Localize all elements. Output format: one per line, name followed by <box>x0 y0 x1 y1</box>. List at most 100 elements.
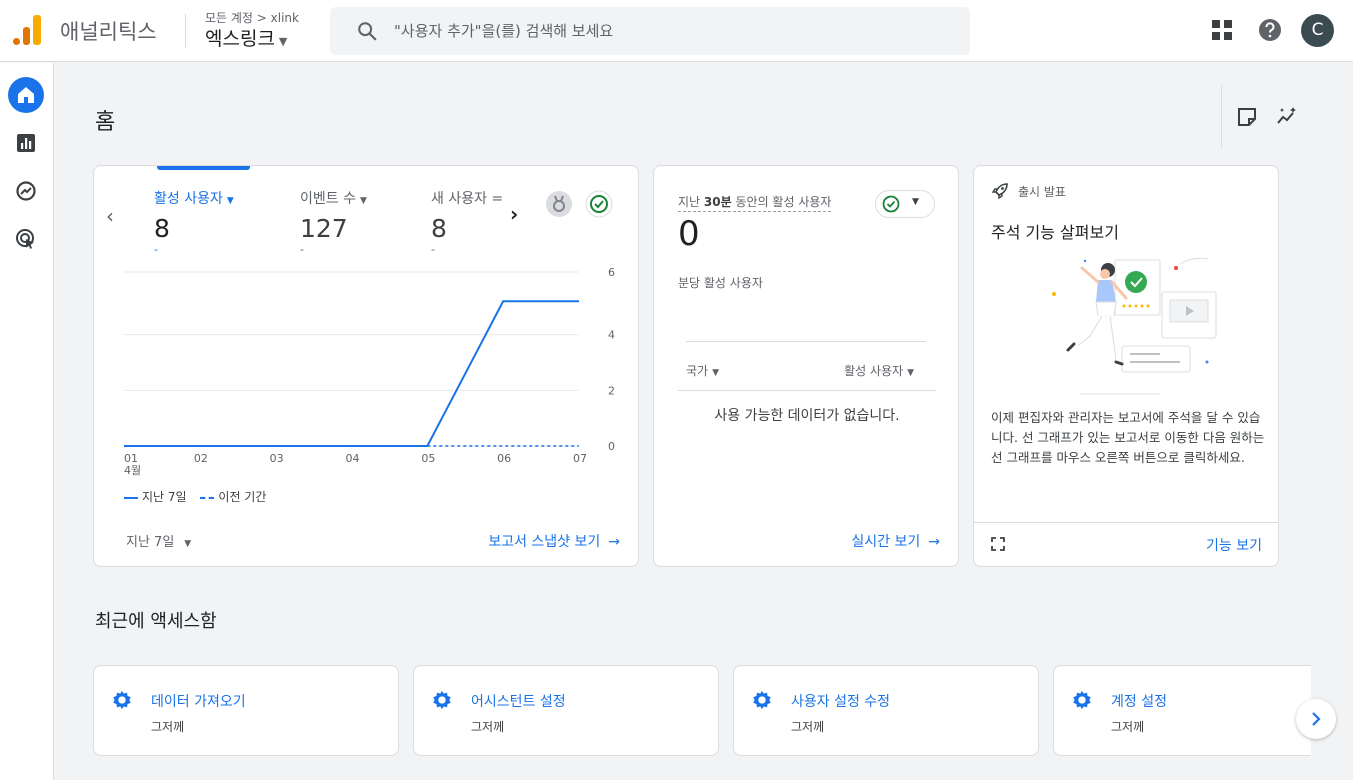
scroll-next-button[interactable] <box>1296 699 1336 739</box>
page-title: 홈 <box>95 110 116 135</box>
chart-legend: 지난 7일 이전 기간 <box>124 488 266 505</box>
x-tick-label: 05 <box>421 452 435 465</box>
release-description: 이제 편집자와 관리자는 보고서에 주석을 달 수 있습니다. 선 그래프가 있… <box>991 410 1265 465</box>
home-icon <box>18 87 34 103</box>
nav-explore[interactable] <box>8 173 44 209</box>
search-input[interactable] <box>394 17 954 45</box>
nav-reports[interactable] <box>8 125 44 161</box>
x-sub-label: 4월 <box>124 464 141 477</box>
x-tick-label: 03 <box>270 452 284 465</box>
recent-item[interactable]: 계정 설정 그저께 <box>1053 665 1311 756</box>
note-icon[interactable] <box>1236 106 1258 128</box>
legend-swatch-previous <box>200 496 215 499</box>
recent-item-title: 데이터 가져오기 <box>151 694 246 710</box>
recent-item-subtitle: 그저께 <box>151 720 185 734</box>
x-tick-label: 02 <box>194 452 208 465</box>
gear-icon <box>753 690 771 710</box>
caret-down-icon: ▼ <box>278 35 288 48</box>
per-minute-chart-baseline <box>686 341 926 342</box>
x-tick-label: 06 <box>497 452 511 465</box>
legend-previous: 이전 기간 <box>218 490 267 504</box>
recent-item-subtitle: 그저께 <box>1111 720 1145 734</box>
nav-home[interactable] <box>8 77 44 113</box>
period-value: 지난 7일 <box>126 535 175 550</box>
view-realtime-link[interactable]: 실시간 보기 → <box>851 531 940 551</box>
realtime-label-bold: 30분 <box>703 195 732 209</box>
empty-state-text: 사용 가능한 데이터가 없습니다. <box>714 408 900 424</box>
overview-card: ‹ 활성 사용자 ▼ 8 - 이벤트 수 ▼ 127 - 새 사용자 = 8 - ›… <box>93 165 639 567</box>
help-icon[interactable] <box>1257 17 1283 43</box>
apps-grid-icon[interactable] <box>1209 17 1235 43</box>
x-tick-label: 04 <box>346 452 360 465</box>
view-report-snapshot-link[interactable]: 보고서 스냅샷 보기 → <box>488 531 620 551</box>
bar-chart-icon <box>17 134 35 152</box>
caret-down-icon: ▼ <box>907 368 914 378</box>
line-chart: 024601 02 03 04 05 06 074월 <box>124 266 615 477</box>
arrow-right-icon: → <box>608 534 620 550</box>
legend-swatch-current <box>124 496 138 499</box>
active-users-column-header[interactable]: 활성 사용자 ▼ <box>844 362 914 379</box>
country-column-header[interactable]: 국가 ▼ <box>686 362 719 379</box>
insights-icon[interactable] <box>1276 106 1298 128</box>
realtime-label-prefix: 지난 <box>678 195 701 209</box>
card-footer-divider <box>974 522 1278 523</box>
account-name: 엑스링크 <box>205 28 275 50</box>
realtime-value: 0 <box>678 214 700 254</box>
realtime-card: 지난 30분 동안의 활성 사용자 ▼ 0 분당 활성 사용자 국가 ▼ 활성 사… <box>653 165 959 567</box>
left-nav-rail <box>0 63 54 780</box>
recent-item[interactable]: 어시스턴트 설정 그저께 <box>413 665 719 756</box>
header-divider <box>185 14 186 48</box>
gear-icon <box>113 690 131 710</box>
view-feature-link[interactable]: 기능 보기 <box>1206 535 1262 555</box>
account-selector[interactable]: 엑스링크 ▼ <box>205 24 287 51</box>
column-label: 국가 <box>686 364 709 378</box>
expand-icon[interactable] <box>991 537 1005 551</box>
recent-item-title: 어시스턴트 설정 <box>471 694 566 710</box>
search-bar[interactable] <box>330 7 970 55</box>
release-notes-card: 출시 발표 주석 기능 살펴보기 이제 편집자와 관리자는 보고서에 주석을 달… <box>973 165 1279 567</box>
x-tick-label: 07 <box>573 452 587 465</box>
advertising-target-icon <box>16 229 34 249</box>
recent-item-title: 사용자 설정 수정 <box>791 694 891 710</box>
caret-down-icon: ▼ <box>184 539 192 549</box>
period-dropdown[interactable]: 지난 7일 ▼ <box>126 531 191 550</box>
recent-item-subtitle: 그저께 <box>791 720 825 734</box>
column-label: 활성 사용자 <box>844 364 904 378</box>
y-tick-label: 2 <box>608 384 615 397</box>
arrow-right-icon: → <box>928 534 940 550</box>
gear-icon <box>433 690 451 710</box>
recent-section-title: 최근에 액세스함 <box>95 611 217 632</box>
top-bar: 애널리틱스 모든 계정 > xlink 엑스링크▼ C <box>0 0 1353 62</box>
table-divider <box>678 390 936 391</box>
realtime-subtitle: 분당 활성 사용자 <box>678 276 763 290</box>
series-line-current <box>124 300 579 447</box>
release-title: 주석 기능 살펴보기 <box>991 223 1119 242</box>
y-tick-label: 4 <box>608 329 615 342</box>
check-circle-icon <box>882 195 900 213</box>
chevron-right-icon <box>1312 712 1321 726</box>
link-label: 보고서 스냅샷 보기 <box>488 534 601 550</box>
realtime-label[interactable]: 지난 30분 동안의 활성 사용자 <box>678 193 832 212</box>
analytics-logo-icon[interactable] <box>13 15 41 45</box>
gear-icon <box>1073 690 1091 710</box>
recent-item-title: 계정 설정 <box>1111 694 1167 710</box>
recent-item-subtitle: 그저께 <box>471 720 505 734</box>
rocket-icon <box>991 183 1008 200</box>
legend-current: 지난 7일 <box>142 490 187 504</box>
avatar[interactable]: C <box>1301 14 1334 47</box>
annotation-illustration <box>1052 257 1217 395</box>
search-icon <box>358 22 377 41</box>
nav-advertising[interactable] <box>8 221 44 257</box>
recent-item[interactable]: 사용자 설정 수정 그저께 <box>733 665 1039 756</box>
app-title: 애널리틱스 <box>60 20 157 44</box>
caret-down-icon: ▼ <box>712 368 720 378</box>
recent-item[interactable]: 데이터 가져오기 그저께 <box>93 665 399 756</box>
realtime-status-dropdown[interactable]: ▼ <box>875 190 935 218</box>
y-tick-label: 0 <box>608 440 615 453</box>
realtime-label-suffix: 동안의 활성 사용자 <box>735 195 832 209</box>
explore-icon <box>16 181 36 201</box>
caret-down-icon: ▼ <box>912 197 919 207</box>
link-label: 실시간 보기 <box>851 534 921 550</box>
toolbar-divider <box>1221 86 1222 148</box>
y-tick-label: 6 <box>608 266 615 279</box>
